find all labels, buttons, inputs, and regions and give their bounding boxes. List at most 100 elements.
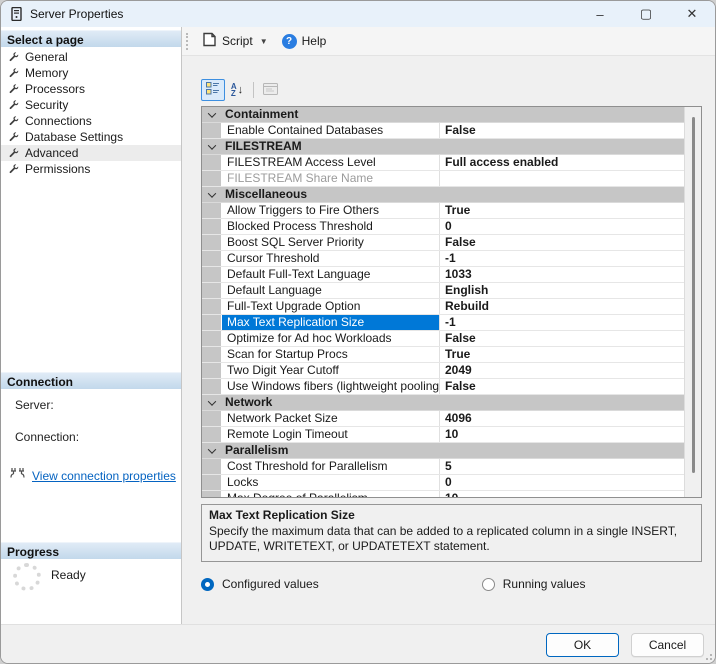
property-row[interactable]: Use Windows fibers (lightweight pooling)… [202, 379, 684, 395]
property-value[interactable]: 10 [439, 427, 684, 442]
property-name[interactable]: Two Digit Year Cutoff [221, 363, 439, 378]
sidebar-item-advanced[interactable]: Advanced [1, 145, 181, 161]
vertical-scrollbar[interactable] [684, 107, 701, 497]
category-row[interactable]: Miscellaneous [202, 187, 684, 203]
property-row[interactable]: Enable Contained Databases False [202, 123, 684, 139]
close-button[interactable]: ✕ [669, 1, 715, 27]
property-name[interactable]: Locks [221, 475, 439, 490]
property-row[interactable]: Network Packet Size 4096 [202, 411, 684, 427]
resize-grip[interactable] [704, 652, 712, 660]
property-value[interactable]: 0 [439, 475, 684, 490]
property-value[interactable]: 2049 [439, 363, 684, 378]
sidebar-item-memory[interactable]: Memory [1, 65, 181, 81]
property-name[interactable]: FILESTREAM Share Name [221, 171, 439, 186]
property-name[interactable]: Max Text Replication Size [221, 315, 439, 330]
sidebar-item-processors[interactable]: Processors [1, 81, 181, 97]
property-name[interactable]: Network Packet Size [221, 411, 439, 426]
running-values-radio[interactable] [481, 577, 495, 591]
help-button[interactable]: ? Help [277, 31, 332, 52]
property-row[interactable]: Max Text Replication Size -1 [202, 315, 684, 331]
property-row[interactable]: Full-Text Upgrade Option Rebuild [202, 299, 684, 315]
property-name[interactable]: Default Full-Text Language [221, 267, 439, 282]
property-name[interactable]: Boost SQL Server Priority [221, 235, 439, 250]
property-row[interactable]: Optimize for Ad hoc Workloads False [202, 331, 684, 347]
sidebar-item-security[interactable]: Security [1, 97, 181, 113]
collapse-margin[interactable] [202, 443, 221, 458]
property-value[interactable]: 10 [439, 491, 684, 497]
categorized-button[interactable] [201, 79, 225, 101]
property-value[interactable]: English [439, 283, 684, 298]
property-row[interactable]: Max Degree of Parallelism10 [202, 491, 684, 497]
property-row[interactable]: Cost Threshold for Parallelism 5 [202, 459, 684, 475]
property-value[interactable]: False [439, 235, 684, 250]
property-row[interactable]: Remote Login Timeout 10 [202, 427, 684, 443]
script-icon [201, 32, 217, 50]
property-value[interactable]: 4096 [439, 411, 684, 426]
property-value[interactable]: Rebuild [439, 299, 684, 314]
property-value[interactable]: True [439, 203, 684, 218]
collapse-margin[interactable] [202, 395, 221, 410]
sidebar-item-database-settings[interactable]: Database Settings [1, 129, 181, 145]
chevron-down-icon[interactable]: ▼ [260, 37, 268, 46]
property-value[interactable]: False [439, 331, 684, 346]
property-row[interactable]: Default Language English [202, 283, 684, 299]
property-name[interactable]: Cursor Threshold [221, 251, 439, 266]
sidebar-item-permissions[interactable]: Permissions [1, 161, 181, 177]
property-name[interactable]: Optimize for Ad hoc Workloads [221, 331, 439, 346]
sidebar-item-connections[interactable]: Connections [1, 113, 181, 129]
property-value[interactable]: True [439, 347, 684, 362]
property-value[interactable] [439, 171, 684, 186]
property-name[interactable]: Default Language [221, 283, 439, 298]
property-row[interactable]: Locks 0 [202, 475, 684, 491]
property-name[interactable]: Scan for Startup Procs [221, 347, 439, 362]
category-row[interactable]: Containment [202, 107, 684, 123]
property-row[interactable]: Allow Triggers to Fire Others True [202, 203, 684, 219]
sidebar-item-label: Permissions [25, 162, 91, 176]
property-row[interactable]: Boost SQL Server Priority False [202, 235, 684, 251]
property-value[interactable]: Full access enabled [439, 155, 684, 170]
property-name[interactable]: FILESTREAM Access Level [221, 155, 439, 170]
collapse-margin[interactable] [202, 107, 221, 122]
property-value[interactable]: -1 [439, 315, 684, 330]
property-name[interactable]: Blocked Process Threshold [221, 219, 439, 234]
property-row[interactable]: Blocked Process Threshold 0 [202, 219, 684, 235]
category-row[interactable]: FILESTREAM [202, 139, 684, 155]
sidebar-item-general[interactable]: General [1, 49, 181, 65]
sort-alphabetical-button[interactable]: A Z ↓ [225, 79, 249, 101]
chevron-down-icon [207, 108, 216, 118]
property-name[interactable]: Use Windows fibers (lightweight pooling) [221, 379, 439, 394]
property-row[interactable]: Scan for Startup Procs True [202, 347, 684, 363]
property-name[interactable]: Enable Contained Databases [221, 123, 439, 138]
ok-button[interactable]: OK [546, 633, 619, 657]
collapse-margin[interactable] [202, 139, 221, 154]
property-name[interactable]: Remote Login Timeout [221, 427, 439, 442]
property-name[interactable]: Full-Text Upgrade Option [221, 299, 439, 314]
property-row[interactable]: Two Digit Year Cutoff 2049 [202, 363, 684, 379]
minimize-button[interactable]: – [577, 1, 623, 27]
category-row[interactable]: Parallelism [202, 443, 684, 459]
script-button[interactable]: Script ▼ [196, 29, 273, 53]
property-name[interactable]: Cost Threshold for Parallelism [221, 459, 439, 474]
property-name[interactable]: Allow Triggers to Fire Others [221, 203, 439, 218]
property-value[interactable]: -1 [439, 251, 684, 266]
property-value[interactable]: 1033 [439, 267, 684, 282]
wrench-icon [7, 115, 20, 128]
property-row[interactable]: FILESTREAM Access Level Full access enabl… [202, 155, 684, 171]
configured-values-radio[interactable] [201, 577, 214, 591]
property-value[interactable]: 5 [439, 459, 684, 474]
property-row[interactable]: FILESTREAM Share Name [202, 171, 684, 187]
property-value[interactable]: False [439, 123, 684, 138]
cancel-button[interactable]: Cancel [631, 633, 704, 657]
property-value[interactable]: False [439, 379, 684, 394]
property-name[interactable]: Max Degree of Parallelism [221, 491, 439, 497]
property-row[interactable]: Default Full-Text Language 1033 [202, 267, 684, 283]
view-connection-properties-link[interactable]: View connection properties [32, 469, 176, 483]
scrollbar-thumb[interactable] [692, 117, 695, 473]
collapse-margin[interactable] [202, 187, 221, 202]
property-row[interactable]: Cursor Threshold -1 [202, 251, 684, 267]
property-value[interactable]: 0 [439, 219, 684, 234]
row-margin [202, 251, 221, 266]
category-row[interactable]: Network [202, 395, 684, 411]
property-grid-toolbar: A Z ↓ [201, 79, 282, 101]
maximize-button[interactable]: ▢ [623, 1, 669, 27]
